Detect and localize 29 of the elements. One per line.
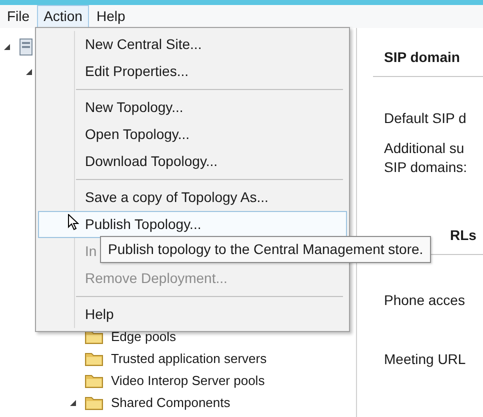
menu-bar-item[interactable]: Help <box>89 5 132 28</box>
tree-item[interactable]: Trusted application servers <box>111 349 267 369</box>
section-heading: SIP domain <box>373 47 483 77</box>
tree-item[interactable]: Shared Components <box>111 393 230 413</box>
expand-icon[interactable] <box>3 42 11 51</box>
menu-item[interactable]: Open Topology... <box>38 121 347 148</box>
folder-icon <box>85 396 103 410</box>
menu-item[interactable]: Save a copy of Topology As... <box>38 184 347 211</box>
menu-item[interactable]: Publish Topology... <box>38 211 347 238</box>
folder-icon <box>85 330 103 344</box>
menu-item[interactable]: New Central Site... <box>38 31 347 58</box>
server-icon <box>19 38 33 56</box>
cursor-icon <box>68 214 79 231</box>
expand-icon[interactable] <box>25 68 33 76</box>
menu-item[interactable]: Help <box>38 301 347 328</box>
field-label: Meeting URL <box>383 350 467 369</box>
menu-bar-item[interactable]: File <box>0 5 37 28</box>
menu-item[interactable]: New Topology... <box>38 94 347 121</box>
tree-item[interactable]: Video Interop Server pools <box>111 371 265 391</box>
folder-icon <box>85 374 103 388</box>
menu-item[interactable]: Edit Properties... <box>38 58 347 85</box>
expand-icon[interactable] <box>69 399 77 407</box>
menu-bar-item[interactable]: Action <box>36 5 90 28</box>
tooltip: Publish topology to the Central Management store. <box>100 236 432 263</box>
field-label: Default SIP d <box>383 109 468 128</box>
field-label: Additional su SIP domains: <box>383 139 468 177</box>
menu-item[interactable]: Download Topology... <box>38 148 347 175</box>
field-label: Phone acces <box>383 291 466 310</box>
folder-icon <box>85 352 103 366</box>
